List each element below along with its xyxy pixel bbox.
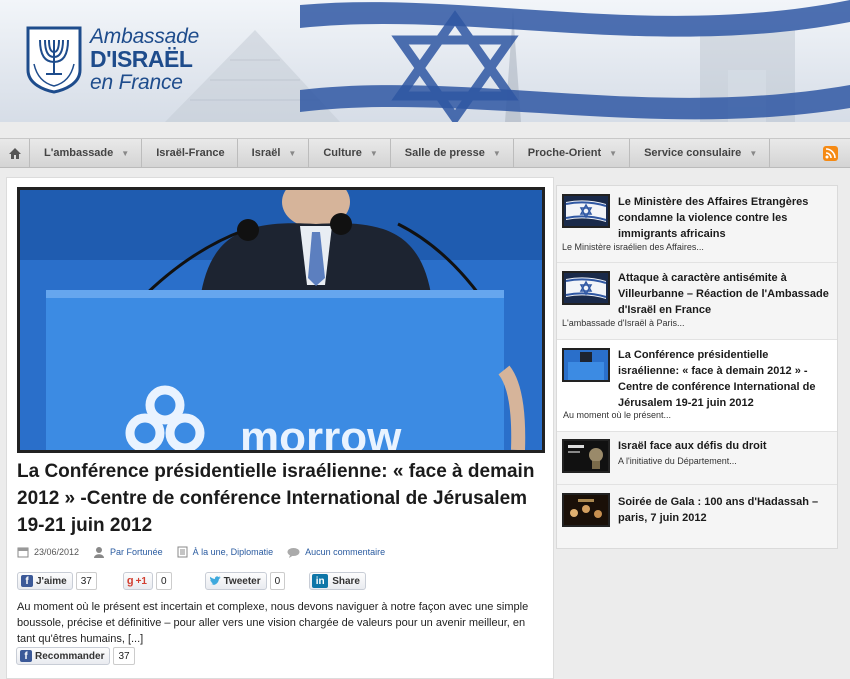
tweet-button[interactable]: Tweeter <box>204 572 267 590</box>
user-icon <box>94 547 105 558</box>
linkedin-share-button[interactable]: in Share <box>309 572 366 590</box>
chevron-down-icon: ▼ <box>288 148 297 158</box>
sidebar-post[interactable]: Israël face aux défis du droit A l'initi… <box>557 432 837 485</box>
nav-item-service-consulaire[interactable]: Service consulaire ▼ <box>630 139 771 167</box>
nav-item-salle-de-presse[interactable]: Salle de presse ▼ <box>391 139 514 167</box>
facebook-like-button[interactable]: f J'aime <box>17 572 73 590</box>
law-thumbnail <box>564 441 608 471</box>
article-comments-link[interactable]: Aucun commentaire <box>305 547 385 557</box>
chevron-down-icon: ▼ <box>609 148 618 158</box>
chevron-down-icon: ▼ <box>749 148 758 158</box>
featured-image[interactable]: morrow <box>17 187 545 453</box>
post-thumbnail <box>562 439 610 473</box>
facebook-recommend-count: 37 <box>113 647 135 665</box>
sidebar-post[interactable]: Soirée de Gala : 100 ans d'Hadassah – pa… <box>557 485 837 549</box>
twitter-bird-icon <box>209 576 221 585</box>
sidebar-post[interactable]: Le Ministère des Affaires Etrangères con… <box>557 186 837 263</box>
post-title[interactable]: Israël face aux défis du droit <box>618 438 830 454</box>
conference-thumbnail <box>564 350 608 380</box>
sidebar-post[interactable]: Attaque à caractère antisémite à Villeur… <box>557 263 837 340</box>
post-excerpt: L'ambassade d'Israël à Paris... <box>562 318 685 328</box>
recommend-bar: f Recommander 37 <box>16 647 135 665</box>
post-excerpt: A l'initiative du Département... <box>618 456 737 466</box>
logo-line-1: Ambassade <box>90 24 200 48</box>
rss-icon <box>825 148 836 159</box>
facebook-icon: f <box>21 575 33 587</box>
post-excerpt: Au moment où le présent... <box>563 410 672 420</box>
main-nav: L'ambassade ▼ Israël-France Israël ▼ Cultu… <box>0 138 850 168</box>
chevron-down-icon: ▼ <box>492 148 501 158</box>
nav-item-ambassade[interactable]: L'ambassade ▼ <box>30 139 143 167</box>
logo-line-3: en France <box>90 70 183 94</box>
flag-thumbnail <box>564 196 608 226</box>
chevron-down-icon: ▼ <box>121 148 130 158</box>
facebook-recommend-button[interactable]: f Recommander <box>16 647 111 665</box>
sidebar-post-active[interactable]: La Conférence présidentielle israélienne… <box>557 340 837 432</box>
gala-thumbnail <box>564 495 608 525</box>
article-categories[interactable]: À la une, Diplomatie <box>193 547 274 557</box>
post-title[interactable]: La Conférence présidentielle israélienne… <box>618 347 832 411</box>
article-title[interactable]: La Conférence présidentielle israélienne… <box>17 458 552 539</box>
google-plus-button[interactable]: g +1 <box>122 572 153 590</box>
sidebar-recent-posts: Le Ministère des Affaires Etrangères con… <box>556 185 838 549</box>
linkedin-icon: in <box>312 574 329 588</box>
article-date: 23/06/2012 <box>34 547 80 557</box>
podium-text: morrow <box>240 413 402 450</box>
google-plus-count: 0 <box>156 572 172 590</box>
post-thumbnail <box>562 271 610 305</box>
tweet-count: 0 <box>269 572 286 590</box>
post-thumbnail <box>562 194 610 228</box>
google-plus-icon: g <box>126 575 134 587</box>
article-excerpt: Au moment où le présent est incertain et… <box>17 601 529 645</box>
post-title[interactable]: Le Ministère des Affaires Etrangères con… <box>618 194 830 242</box>
nav-item-israel-france[interactable]: Israël-France <box>142 139 238 167</box>
site-logo[interactable]: Ambassade D'ISRAËL en France <box>24 24 199 94</box>
site-header: Ambassade D'ISRAËL en France <box>0 0 850 122</box>
post-thumbnail <box>562 493 610 527</box>
logo-line-2: D'ISRAËL <box>90 45 193 72</box>
menorah-emblem-icon <box>26 26 82 94</box>
chevron-down-icon: ▼ <box>369 148 378 158</box>
post-title[interactable]: Attaque à caractère antisémite à Villeur… <box>618 270 830 318</box>
nav-item-israel[interactable]: Israël ▼ <box>238 139 310 167</box>
nav-home[interactable] <box>0 139 30 167</box>
facebook-like-count: 37 <box>75 572 97 590</box>
social-share-bar: f J'aime 37 g +1 0 Tweeter 0 in Share <box>17 572 366 590</box>
article-author[interactable]: Par Fortunée <box>110 547 163 557</box>
document-icon <box>177 546 188 558</box>
featured-photo: morrow <box>20 190 542 450</box>
nav-item-culture[interactable]: Culture ▼ <box>309 139 391 167</box>
home-icon <box>8 147 21 159</box>
calendar-icon <box>17 547 29 558</box>
post-title[interactable]: Soirée de Gala : 100 ans d'Hadassah – pa… <box>618 494 830 526</box>
article-meta: 23/06/2012 Par Fortunée À la une, Diplom… <box>17 546 399 558</box>
main-content: morrow La Conférence présidentielle isra… <box>6 177 554 679</box>
post-thumbnail <box>562 348 610 382</box>
comment-icon <box>287 547 300 558</box>
rss-button[interactable] <box>823 146 838 161</box>
facebook-icon: f <box>20 650 32 662</box>
post-excerpt: Le Ministère israélien des Affaires... <box>562 242 704 252</box>
flag-thumbnail <box>564 273 608 303</box>
nav-item-proche-orient[interactable]: Proche-Orient ▼ <box>514 139 631 167</box>
